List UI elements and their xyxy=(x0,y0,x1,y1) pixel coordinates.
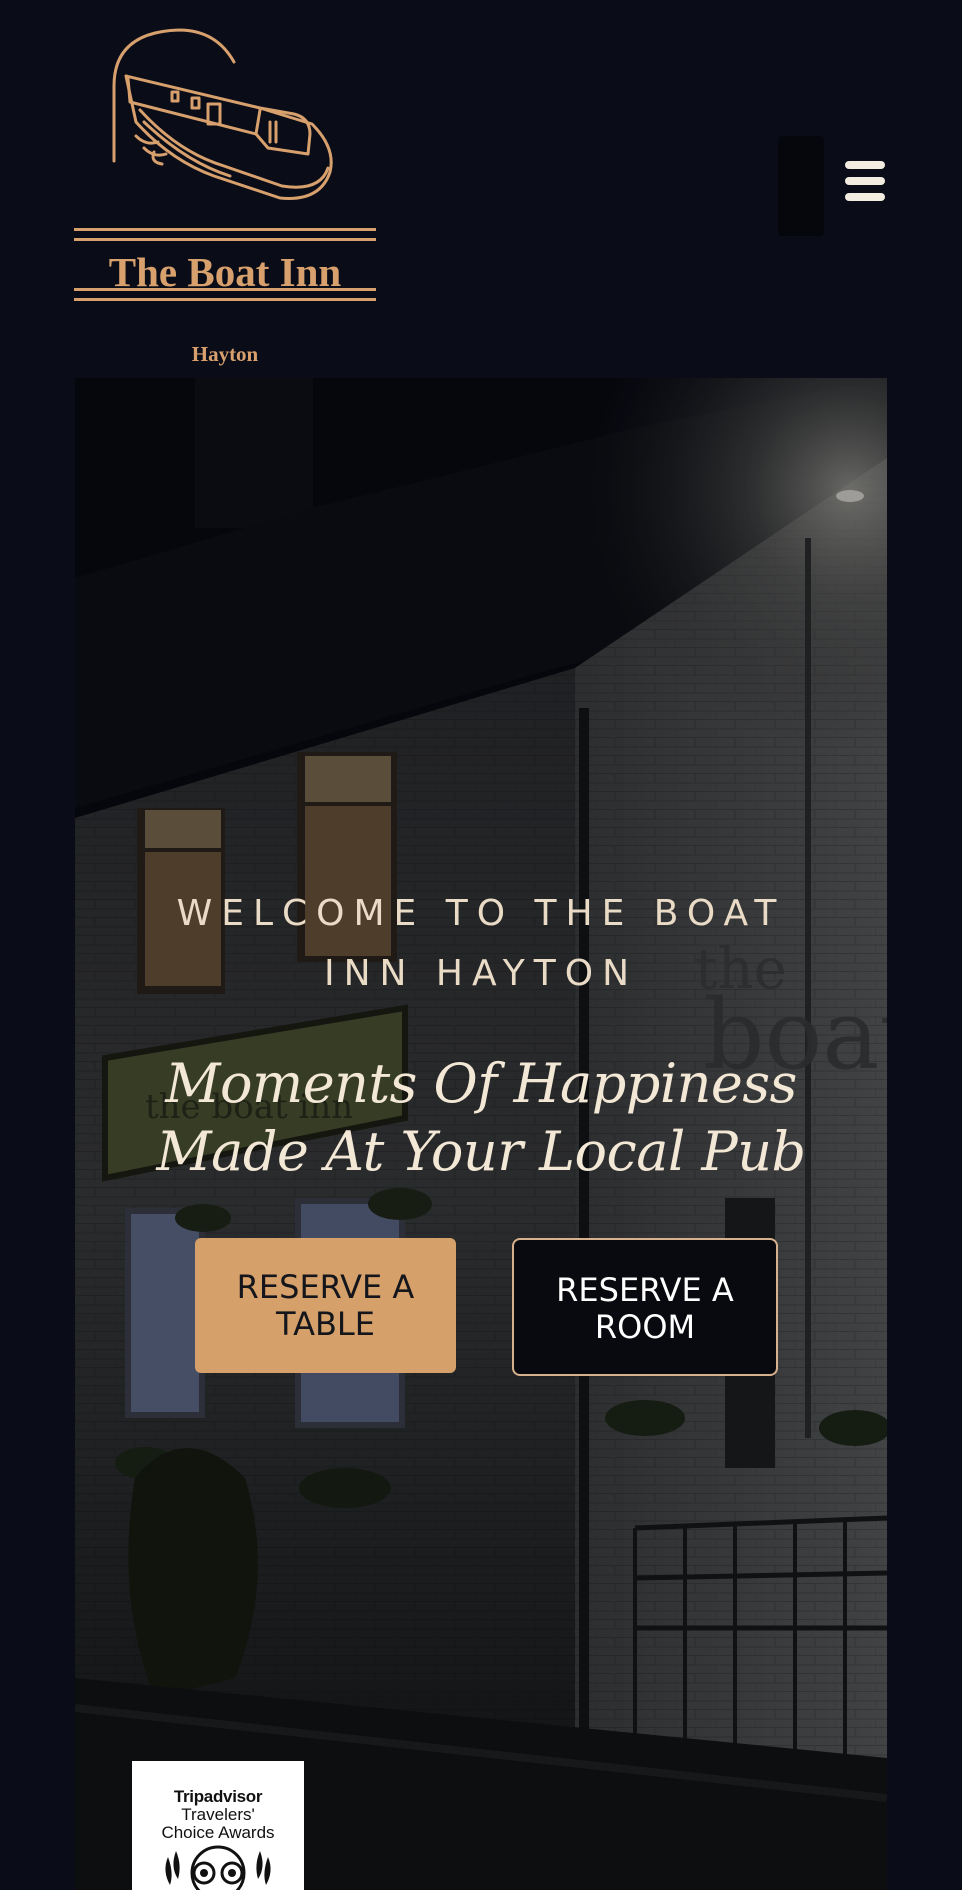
welcome-heading: WELCOME TO THE BOAT INN HAYTON xyxy=(176,893,786,994)
logo-rule-upper xyxy=(74,238,376,241)
tripadvisor-badge[interactable]: Tripadvisor Travelers' Choice Awards xyxy=(132,1761,304,1890)
logo-rule-lower xyxy=(74,288,376,291)
site-logo[interactable]: The Boat Inn Hayton xyxy=(74,26,376,366)
reserve-room-label: RESERVE A ROOM xyxy=(556,1271,734,1346)
reserve-room-button[interactable]: RESERVE A ROOM xyxy=(512,1238,778,1376)
reserve-table-label: RESERVE A TABLE xyxy=(236,1268,415,1343)
narrowboat-logo-icon xyxy=(112,28,333,200)
logo-rule-top xyxy=(74,228,376,231)
badge-line-2: Choice Awards xyxy=(161,1823,275,1842)
hero-section: the boat inn the boat xyxy=(75,378,887,1890)
menu-backdrop xyxy=(778,136,824,236)
tripadvisor-owl-icon xyxy=(165,1845,271,1890)
reserve-table-button[interactable]: RESERVE A TABLE xyxy=(195,1238,456,1373)
badge-line-1: Travelers' xyxy=(181,1805,255,1824)
logo-rule-bottom xyxy=(74,298,376,301)
logo-title: The Boat Inn xyxy=(108,249,342,295)
logo-subtitle: Hayton xyxy=(191,342,259,366)
page: The Boat Inn Hayton the boat inn the boa… xyxy=(0,0,962,1890)
tripadvisor-brand: Tripadvisor xyxy=(173,1787,263,1806)
hero-tagline: Moments Of Happiness Made At Your Local … xyxy=(156,1052,806,1183)
hamburger-menu-icon[interactable] xyxy=(844,160,886,202)
